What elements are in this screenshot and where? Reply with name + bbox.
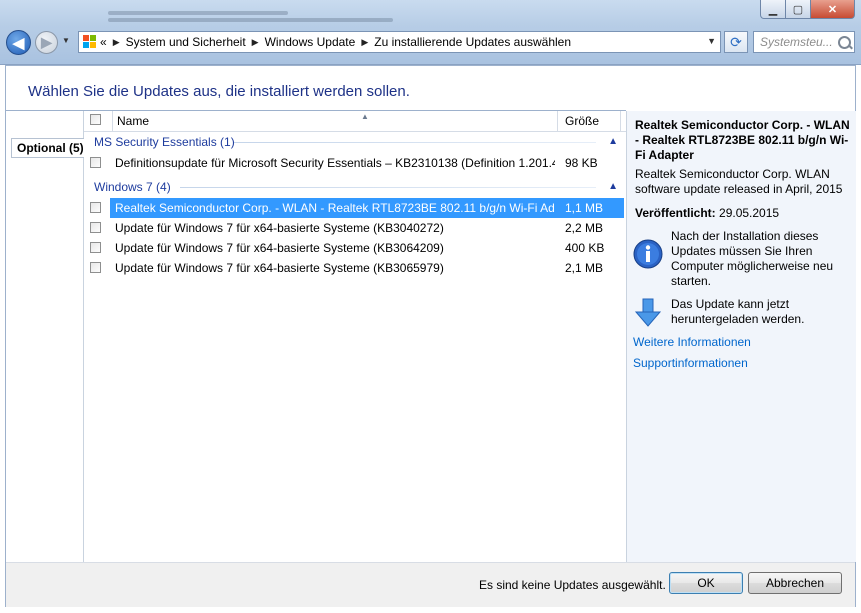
- row-checkbox[interactable]: [90, 222, 101, 233]
- more-information-link[interactable]: Weitere Informationen: [633, 335, 751, 349]
- published-date: 29.05.2015: [719, 206, 780, 220]
- list-header: Name ▲ Größe: [84, 111, 626, 132]
- row-checkbox[interactable]: [90, 242, 101, 253]
- recent-pages-dropdown-icon[interactable]: ▼: [62, 36, 70, 45]
- download-notice: Das Update kann jetzt heruntergeladen we…: [633, 297, 853, 333]
- header-divider: [620, 111, 621, 131]
- column-header-size[interactable]: Größe: [565, 111, 599, 131]
- group-label: Windows 7 (4): [94, 180, 171, 194]
- details-pane: Realtek Semiconductor Corp. - WLAN - Rea…: [626, 111, 856, 562]
- update-size: 2,2 MB: [565, 221, 604, 235]
- tab-optional[interactable]: Optional (5): [11, 138, 84, 158]
- update-name: Update für Windows 7 für x64-basierte Sy…: [115, 261, 444, 275]
- details-description: Realtek Semiconductor Corp. WLAN softwar…: [635, 167, 843, 196]
- select-all-checkbox[interactable]: [90, 114, 101, 125]
- page-title: Wählen Sie die Updates aus, die installi…: [28, 83, 410, 100]
- category-pane: Optional (5): [6, 111, 84, 562]
- search-placeholder: Systemsteu...: [760, 35, 833, 49]
- update-size: 98 KB: [565, 156, 598, 170]
- download-note: Das Update kann jetzt heruntergeladen we…: [671, 297, 805, 326]
- address-bar[interactable]: « ▶ System und Sicherheit ▶ Windows Upda…: [78, 31, 721, 53]
- breadcrumb-select-updates[interactable]: Zu installierende Updates auswählen: [374, 35, 571, 49]
- group-header-ms-security-essentials[interactable]: MS Security Essentials (1) ▲: [94, 133, 618, 151]
- table-row[interactable]: Realtek Semiconductor Corp. - WLAN - Rea…: [84, 198, 626, 218]
- support-information-link[interactable]: Supportinformationen: [633, 356, 748, 370]
- update-name: Realtek Semiconductor Corp. - WLAN - Rea…: [115, 201, 555, 215]
- content-area: Wählen Sie die Updates aus, die installi…: [5, 65, 856, 607]
- search-input[interactable]: Systemsteu...: [753, 31, 855, 53]
- control-panel-icon: [83, 35, 97, 49]
- published-label: Veröffentlicht:: [635, 206, 716, 220]
- refresh-icon: ⟳: [730, 33, 742, 50]
- breadcrumb-system-security[interactable]: System und Sicherheit: [126, 35, 246, 49]
- collapse-icon[interactable]: ▲: [608, 178, 618, 196]
- info-icon: [633, 239, 663, 269]
- row-checkbox[interactable]: [90, 262, 101, 273]
- selection-status: Es sind keine Updates ausgewählt.: [479, 578, 666, 592]
- group-label: MS Security Essentials (1): [94, 135, 235, 149]
- ok-button[interactable]: OK: [669, 572, 743, 594]
- row-checkbox[interactable]: [90, 202, 101, 213]
- sort-ascending-icon: ▲: [361, 112, 369, 121]
- update-size: 2,1 MB: [565, 261, 604, 275]
- group-header-windows-7[interactable]: Windows 7 (4) ▲: [94, 178, 618, 196]
- table-row[interactable]: Update für Windows 7 für x64-basierte Sy…: [84, 238, 626, 258]
- restart-note: Nach der Installation dieses Updates müs…: [671, 229, 834, 288]
- update-size: 400 KB: [565, 241, 605, 255]
- maximize-button[interactable]: ▢: [786, 0, 811, 19]
- blurred-window-title: [108, 8, 408, 28]
- download-arrow-icon: [634, 298, 662, 327]
- update-name: Update für Windows 7 für x64-basierte Sy…: [115, 221, 444, 235]
- breadcrumb-overflow[interactable]: «: [100, 35, 107, 49]
- refresh-button[interactable]: ⟳: [724, 31, 748, 53]
- minimize-button[interactable]: ▁: [760, 0, 786, 19]
- footer-bar: Es sind keine Updates ausgewählt. OK Abb…: [6, 562, 855, 607]
- table-row[interactable]: Definitionsupdate für Microsoft Security…: [84, 153, 626, 173]
- search-icon[interactable]: [838, 36, 851, 49]
- table-row[interactable]: Update für Windows 7 für x64-basierte Sy…: [84, 218, 626, 238]
- details-published: Veröffentlicht: 29.05.2015: [635, 206, 779, 220]
- close-button[interactable]: ✕: [811, 0, 855, 19]
- window-titlebar: ▁ ▢ ✕ ◀ ▶ ▼ « ▶ System und Sicherheit ▶ …: [0, 0, 861, 65]
- column-header-name[interactable]: Name ▲: [112, 111, 558, 131]
- table-row[interactable]: Update für Windows 7 für x64-basierte Sy…: [84, 258, 626, 278]
- row-checkbox[interactable]: [90, 157, 101, 168]
- update-size: 1,1 MB: [565, 201, 604, 215]
- column-name-label: Name: [117, 114, 150, 128]
- details-title: Realtek Semiconductor Corp. - WLAN - Rea…: [635, 118, 850, 162]
- forward-arrow-icon[interactable]: ▶: [35, 31, 58, 54]
- update-name: Definitionsupdate für Microsoft Security…: [115, 156, 555, 170]
- restart-notice: Nach der Installation dieses Updates müs…: [633, 229, 853, 291]
- chevron-right-icon: ▶: [112, 36, 120, 47]
- back-arrow-icon[interactable]: ◀: [6, 30, 31, 55]
- update-list: Name ▲ Größe MS Security Essentials (1) …: [84, 111, 626, 562]
- chevron-down-icon[interactable]: ▼: [707, 36, 716, 46]
- caption-controls: ▁ ▢ ✕: [760, 0, 855, 19]
- update-name: Update für Windows 7 für x64-basierte Sy…: [115, 241, 444, 255]
- breadcrumb-windows-update[interactable]: Windows Update: [265, 35, 356, 49]
- group-divider: [180, 187, 596, 188]
- chevron-right-icon[interactable]: ▶: [252, 37, 259, 48]
- collapse-icon[interactable]: ▲: [608, 133, 618, 151]
- group-divider: [234, 142, 596, 143]
- cancel-button[interactable]: Abbrechen: [748, 572, 842, 594]
- chevron-right-icon[interactable]: ▶: [361, 37, 368, 48]
